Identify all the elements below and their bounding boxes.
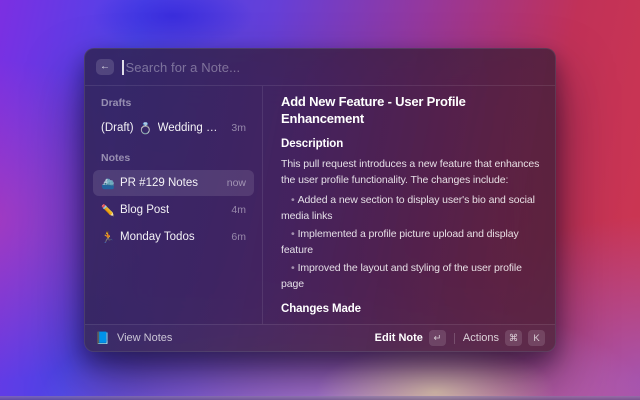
action-label: Edit Note (375, 332, 423, 344)
back-button[interactable]: ← (96, 59, 114, 75)
sidebar-section-label: Notes (93, 148, 254, 170)
bullet-text: Implemented a profile picture upload and… (281, 228, 519, 256)
note-time: 3m (227, 122, 246, 134)
ring-icon: 💍 (139, 122, 153, 135)
notebook-icon: 📘 (95, 332, 110, 344)
notes-window: ← Drafts (Draft) 💍 Wedding Gift Ideas 3m Note… (84, 48, 556, 352)
search-bar: ← (85, 49, 555, 86)
bullet-item: •Improved the layout and styling of the … (281, 261, 541, 292)
back-arrow-icon: ← (100, 59, 110, 75)
note-preview-panel[interactable]: Add New Feature - User Profile Enhanceme… (263, 86, 555, 324)
bullet-dot-icon: • (291, 194, 295, 206)
sidebar-section-label: Drafts (93, 93, 254, 115)
bullet-text: Improved the layout and styling of the u… (281, 262, 522, 290)
desk-edge (0, 396, 640, 400)
desktop-background: ← Drafts (Draft) 💍 Wedding Gift Ideas 3m Note… (0, 0, 640, 400)
bullet-text: Added a new section to display user's bi… (281, 194, 535, 222)
key-badge: K (528, 330, 545, 346)
notes-sidebar: Drafts(Draft)💍Wedding Gift Ideas3mNotes⛴… (85, 86, 263, 324)
runner-icon: 🏃 (101, 231, 115, 244)
ship-icon: ⛴️ (101, 177, 115, 190)
note-list-item[interactable]: ⛴️ PR #129 Notes now (93, 170, 254, 196)
footer-actions: Edit Note ↵ Actions ⌘ K (375, 330, 545, 346)
footer-separator (454, 333, 455, 344)
bullet-item: •Added a new section to display user's b… (281, 193, 541, 224)
actions-button[interactable]: Actions ⌘ K (463, 330, 545, 346)
footer-bar: 📘 View Notes Edit Note ↵ Actions ⌘ K (85, 324, 555, 351)
section-heading: Changes Made (281, 302, 541, 316)
action-label: Actions (463, 332, 499, 344)
note-title: Blog Post (120, 204, 169, 216)
bullet-dot-icon: • (291, 262, 295, 274)
window-body: Drafts(Draft)💍Wedding Gift Ideas3mNotes⛴… (85, 86, 555, 324)
note-time: 6m (227, 231, 246, 243)
note-time: now (223, 177, 246, 189)
bullet-dot-icon: • (291, 228, 295, 240)
footer-status: 📘 View Notes (95, 332, 172, 344)
note-list-item[interactable]: (Draft) 💍 Wedding Gift Ideas 3m (93, 115, 254, 141)
draft-prefix: (Draft) (101, 122, 134, 134)
note-list-item[interactable]: 🏃 Monday Todos 6m (93, 224, 254, 250)
text-caret (122, 60, 124, 75)
note-title: Wedding Gift Ideas (158, 122, 223, 134)
note-title: PR #129 Notes (120, 177, 198, 189)
bullet-item: •Implemented a profile picture upload an… (281, 227, 541, 258)
key-badge: ⌘ (505, 330, 522, 346)
note-list-item[interactable]: ✏️ Blog Post 4m (93, 197, 254, 223)
edit-note-button[interactable]: Edit Note ↵ (375, 330, 446, 346)
pencil-icon: ✏️ (101, 204, 115, 217)
note-title: Monday Todos (120, 231, 195, 243)
section-heading: Description (281, 137, 541, 151)
key-badge: ↵ (429, 330, 446, 346)
search-input[interactable] (126, 60, 545, 75)
paragraph: This pull request introduces a new featu… (281, 157, 541, 188)
note-preview-title: Add New Feature - User Profile Enhanceme… (281, 93, 541, 127)
view-notes-label: View Notes (117, 332, 172, 344)
note-time: 4m (227, 204, 246, 216)
